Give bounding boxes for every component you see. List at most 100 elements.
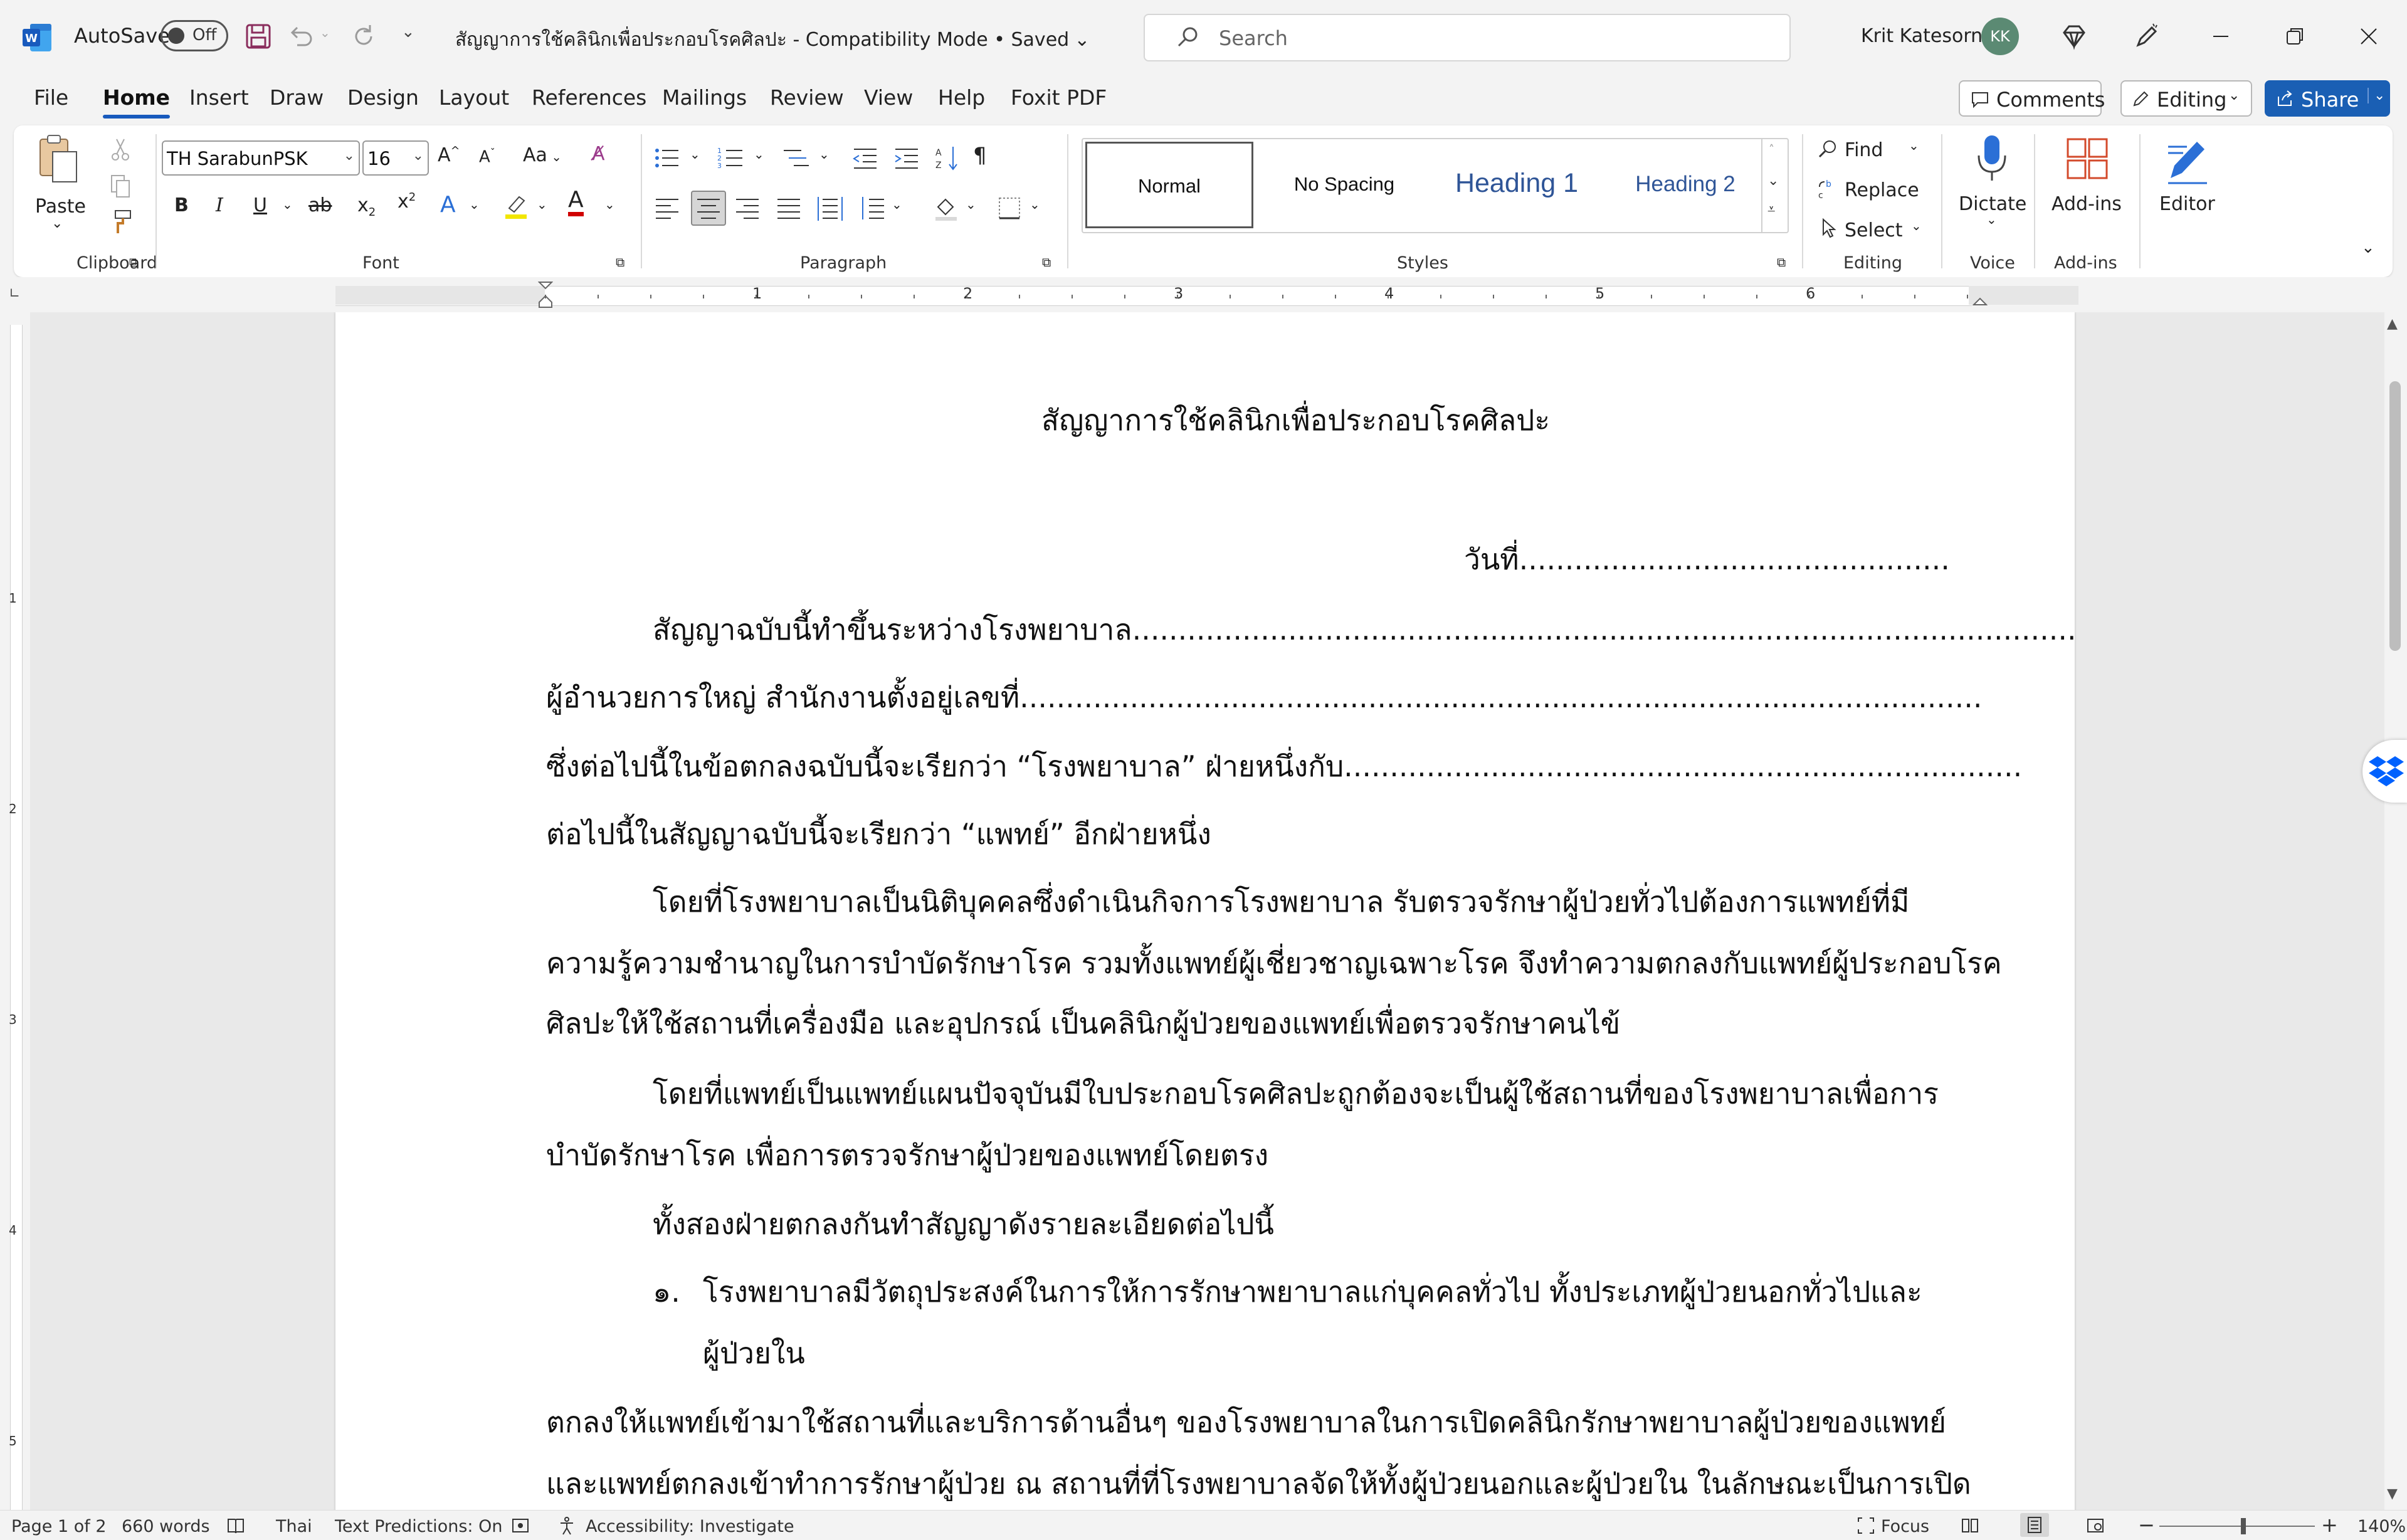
page-count[interactable]: Page 1 of 2 [11, 1517, 107, 1536]
user-name[interactable]: Krit Katesorn [1861, 25, 1983, 47]
borders-dropdown-icon[interactable]: ⌄ [1030, 197, 1040, 212]
dictate-button[interactable]: Dictate ⌄ [1955, 130, 2029, 243]
collapse-ribbon-icon[interactable]: ⌄ [2361, 238, 2375, 257]
editor-button[interactable]: Editor [2146, 130, 2223, 243]
bold-icon[interactable]: B [174, 194, 189, 216]
comments-button[interactable]: Comments [1959, 80, 2105, 117]
zoom-in-icon[interactable]: + [2321, 1513, 2338, 1537]
language-indicator[interactable]: Thai [276, 1517, 312, 1536]
diamond-icon[interactable] [2059, 21, 2089, 51]
replace-button[interactable]: bc Replace [1817, 174, 1942, 207]
document-canvas[interactable]: สัญญาการใช้คลินิกเพื่อประกอบโรคศิลปะ วัน… [30, 312, 2384, 1510]
highlight-dropdown-icon[interactable]: ⌄ [537, 197, 547, 212]
zoom-slider[interactable] [2159, 1526, 2315, 1527]
tab-help[interactable]: Help [938, 85, 985, 110]
shading-icon[interactable] [933, 194, 961, 222]
avatar[interactable]: KK [1981, 18, 2019, 55]
redo-icon[interactable] [349, 21, 379, 51]
shrink-font-icon[interactable]: Aˇ [479, 147, 495, 167]
thai-distributed-icon[interactable] [816, 194, 844, 222]
subscript-icon[interactable]: x2 [357, 194, 376, 219]
zoom-level[interactable]: 140% [2357, 1517, 2406, 1536]
cut-icon[interactable] [107, 135, 134, 163]
style-normal[interactable]: Normal [1085, 142, 1253, 228]
word-count[interactable]: 660 words [122, 1517, 210, 1536]
tab-review[interactable]: Review [770, 85, 844, 110]
zoom-out-icon[interactable]: − [2138, 1513, 2155, 1537]
tab-home[interactable]: Home [103, 85, 171, 119]
bullets-icon[interactable] [653, 144, 681, 172]
tab-design[interactable]: Design [347, 85, 419, 110]
tab-file[interactable]: File [34, 85, 68, 110]
tab-layout[interactable]: Layout [439, 85, 509, 110]
scroll-up-icon[interactable]: ▲ [2387, 316, 2398, 332]
numbering-dropdown-icon[interactable]: ⌄ [754, 147, 764, 162]
macro-recording-icon[interactable] [510, 1516, 530, 1536]
editing-mode-button[interactable]: Editing ⌄ [2120, 80, 2252, 117]
select-button[interactable]: Select ⌄ [1817, 214, 1942, 247]
styles-launcher-icon[interactable]: ⧉ [1777, 255, 1786, 270]
underline-dropdown-icon[interactable]: ⌄ [282, 197, 293, 212]
add-ins-button[interactable]: Add-ins [2045, 130, 2128, 243]
tab-foxit-pdf[interactable]: Foxit PDF [1011, 85, 1107, 110]
text-effects-dropdown-icon[interactable]: ⌄ [469, 197, 480, 212]
accessibility-icon[interactable] [558, 1516, 578, 1536]
grow-font-icon[interactable]: A^ [438, 144, 460, 166]
justify-icon[interactable] [775, 194, 803, 222]
strikethrough-icon[interactable]: ab [308, 194, 332, 216]
increase-indent-icon[interactable] [893, 144, 920, 172]
share-button[interactable]: Share ⌄ [2265, 80, 2390, 117]
align-center-button[interactable] [691, 191, 726, 226]
line-spacing-icon[interactable] [858, 194, 885, 222]
font-name-combo[interactable]: TH SarabunPSK ⌄ [162, 140, 360, 176]
styles-scroll-down-icon[interactable]: ⌄ [1767, 173, 1779, 189]
sort-icon[interactable]: AZ [934, 144, 962, 172]
focus-label[interactable]: Focus [1881, 1517, 1929, 1536]
change-case-button[interactable]: Aa ⌄ [523, 144, 562, 166]
tab-insert[interactable]: Insert [189, 85, 249, 110]
find-button[interactable]: Find ⌄ [1817, 134, 1930, 167]
tab-draw[interactable]: Draw [270, 85, 324, 110]
tab-references[interactable]: References [532, 85, 646, 110]
style-heading-2[interactable]: Heading 2 [1604, 139, 1766, 232]
text-effects-icon[interactable]: A [440, 192, 456, 218]
align-right-icon[interactable] [734, 194, 761, 222]
numbering-icon[interactable]: 123 [717, 144, 745, 172]
font-size-combo[interactable]: 16 ⌄ [362, 140, 429, 176]
copy-icon[interactable] [107, 172, 134, 199]
borders-icon[interactable] [996, 194, 1023, 222]
format-painter-icon[interactable] [107, 208, 134, 236]
minimize-icon[interactable] [2206, 21, 2236, 51]
paragraph-launcher-icon[interactable]: ⧉ [1042, 255, 1051, 270]
line-spacing-dropdown-icon[interactable]: ⌄ [892, 197, 902, 212]
show-formatting-marks-icon[interactable]: ¶ [973, 143, 987, 168]
font-color-icon[interactable]: A [568, 188, 584, 216]
style-no-spacing[interactable]: No Spacing [1262, 139, 1426, 232]
close-icon[interactable] [2354, 21, 2384, 51]
tab-view[interactable]: View [864, 85, 913, 110]
restore-icon[interactable] [2280, 21, 2310, 51]
print-layout-button[interactable] [2020, 1513, 2049, 1537]
italic-icon[interactable]: I [216, 194, 223, 216]
decrease-indent-icon[interactable] [851, 144, 879, 172]
focus-icon[interactable] [1856, 1516, 1876, 1536]
bullets-dropdown-icon[interactable]: ⌄ [690, 147, 700, 162]
styles-scroll-up-icon[interactable]: ˄ [1769, 143, 1774, 156]
clear-formatting-icon[interactable]: A̸ [592, 143, 605, 165]
save-icon[interactable] [243, 21, 273, 51]
text-predictions-status[interactable]: Text Predictions: On [335, 1517, 502, 1536]
multilevel-list-icon[interactable] [782, 144, 810, 172]
web-layout-icon[interactable] [2085, 1516, 2105, 1536]
scrollbar-thumb[interactable] [2389, 381, 2401, 651]
accessibility-status[interactable]: Accessibility: Investigate [586, 1517, 794, 1536]
font-launcher-icon[interactable]: ⧉ [616, 255, 624, 270]
font-color-dropdown-icon[interactable]: ⌄ [604, 197, 615, 212]
tab-selector-icon[interactable]: ∟ [9, 286, 20, 302]
styles-more-icon[interactable]: ⩡ [1767, 202, 1775, 218]
autosave-toggle[interactable]: Off [161, 20, 228, 51]
proofing-book-icon[interactable] [226, 1516, 246, 1536]
customize-toolbar-icon[interactable]: ⌄ [401, 23, 431, 53]
style-heading-1[interactable]: Heading 1 [1431, 139, 1602, 232]
align-left-icon[interactable] [653, 194, 681, 222]
superscript-icon[interactable]: x2 [398, 191, 416, 213]
